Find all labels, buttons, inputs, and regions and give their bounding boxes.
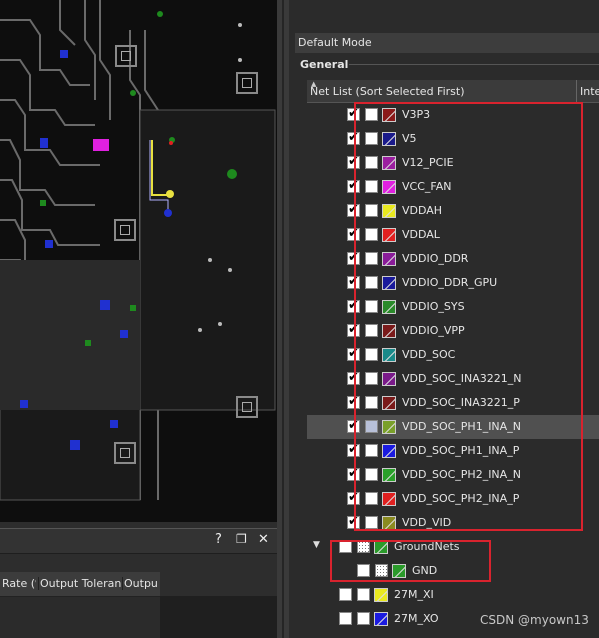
column-header[interactable]: Rate (% (2, 577, 36, 590)
bottom-panel: ? ❐ ✕ Rate (% Output Toleranc Outpu (0, 522, 277, 638)
net-color-swatch[interactable] (374, 588, 388, 602)
net-list-column[interactable]: Net List (Sort Selected First) (310, 85, 465, 98)
mounting-pad (115, 45, 137, 67)
column-header[interactable]: Output Toleranc (38, 577, 122, 590)
panel-title-bar: ? ❐ ✕ (0, 528, 277, 554)
select-checkbox[interactable] (357, 612, 370, 625)
restore-button[interactable]: ❐ (236, 532, 247, 546)
pcb-canvas[interactable] (0, 0, 277, 522)
second-column[interactable]: Inte (580, 85, 599, 98)
section-divider (349, 64, 599, 65)
close-button[interactable]: ✕ (258, 532, 269, 547)
table-header: Rate (% Output Toleranc Outpu (0, 572, 160, 597)
select-checkbox[interactable] (357, 588, 370, 601)
mounting-pad (114, 442, 136, 464)
mounting-pad (236, 396, 258, 418)
expand-arrow-icon[interactable]: ▼ (313, 540, 320, 550)
highlight-box (354, 102, 583, 531)
highlight-box (330, 540, 491, 582)
column-header[interactable]: Outpu (122, 577, 160, 590)
section-title: General (300, 58, 349, 71)
net-list-header: Net List (Sort Selected First) Inte (307, 80, 599, 103)
mounting-pad (114, 219, 136, 241)
sort-arrow-icon: ▲ (311, 80, 317, 88)
empty-area (160, 596, 277, 638)
net-color-swatch[interactable] (374, 612, 388, 626)
net-name: 27M_XO (394, 612, 439, 625)
column-separator[interactable] (576, 80, 577, 102)
net-list-item[interactable]: 27M_XI (307, 583, 599, 607)
help-button[interactable]: ? (215, 532, 222, 547)
panel-splitter[interactable] (277, 0, 289, 638)
mounting-pad (236, 72, 258, 94)
net-name: 27M_XI (394, 588, 434, 601)
mode-header[interactable]: Default Mode (295, 33, 599, 53)
visibility-checkbox[interactable] (339, 588, 352, 601)
visibility-checkbox[interactable] (339, 612, 352, 625)
watermark: CSDN @myown13 (480, 613, 589, 627)
